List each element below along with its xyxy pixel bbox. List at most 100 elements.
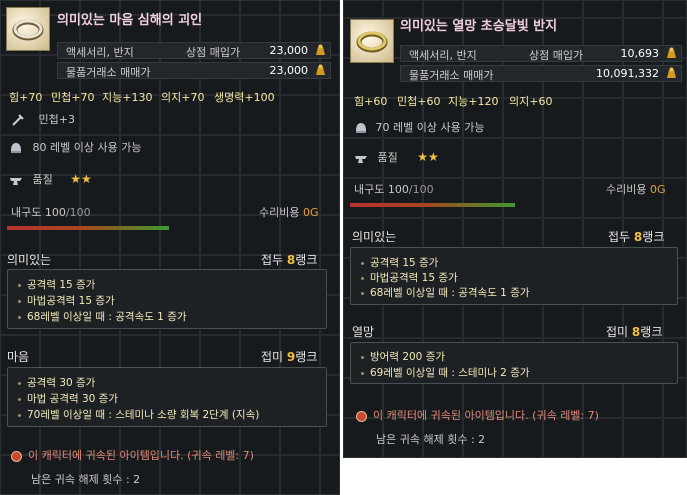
- bound-row: 이 캐릭터에 귀속된 아이템입니다. (귀속 레벨: 7): [11, 447, 254, 463]
- helmet-icon: [11, 143, 21, 153]
- ring-item-icon: [6, 7, 50, 51]
- effect-line: 공격력 30 증가: [18, 375, 95, 390]
- effect-line: 마법공격력 15 증가: [18, 293, 115, 308]
- item-category: 액세서리, 반지: [409, 49, 477, 62]
- prefix-rank-suffix: 랭크: [295, 253, 318, 267]
- suffix-rank-suffix: 랭크: [640, 325, 663, 339]
- repair-row: 수리비용 0G: [606, 181, 666, 197]
- trade-price-label: 물품거래소 매매가: [66, 66, 151, 79]
- quality-stars: ★★: [417, 150, 439, 164]
- prefix-rank: 접두 8랭크: [261, 251, 317, 268]
- level-req-text: 70 레벨 이상 사용 가능: [375, 121, 485, 134]
- quality-row: 품질 ★★: [9, 171, 92, 187]
- effect-line: 공격력 15 증가: [18, 277, 95, 292]
- unbind-count: 남은 귀속 해제 횟수 : 2: [31, 473, 141, 486]
- trade-price-row: 물품거래소 매매가 10,091,332: [400, 65, 682, 82]
- level-req-row: 80 레벨 이상 사용 가능: [9, 139, 141, 155]
- durability-max: /100: [408, 183, 434, 196]
- bound-text: 이 캐릭터에 귀속된 아이템입니다. (귀속 레벨: 7): [373, 409, 599, 422]
- level-req-row: 70 레벨 이상 사용 가능: [354, 119, 484, 135]
- quality-label: 품질: [32, 173, 53, 186]
- suffix-effect-box: 방어력 200 증가 69레벨 이상일 때 : 스테미나 2 증가: [350, 342, 678, 384]
- bound-text: 이 캐릭터에 귀속된 아이템입니다. (귀속 레벨: 7): [28, 449, 254, 462]
- item-tooltip-right: 의미있는 열망 초승달빛 반지 액세서리, 반지 상점 매입가 10,693 물…: [343, 0, 687, 458]
- suffix-effect-box: 공격력 30 증가 마법 공격력 30 증가 70레벨 이상일 때 : 스테미나…: [7, 367, 327, 427]
- effect-line: 68레벨 이상일 때 : 공격속도 1 증가: [361, 285, 530, 300]
- durability-row: 내구도 100/100: [354, 181, 434, 197]
- durability-label: 내구도: [354, 183, 385, 196]
- sword-icon: [12, 114, 24, 126]
- stat-int: 지능+120: [448, 95, 499, 108]
- anvil-icon: [10, 178, 22, 185]
- helmet-icon: [356, 123, 366, 133]
- bound-row: 이 캐릭터에 귀속된 아이템입니다. (귀속 레벨: 7): [356, 407, 599, 423]
- level-req-text: 80 레벨 이상 사용 가능: [32, 141, 142, 154]
- bonus-row: 민첩+3: [11, 111, 75, 127]
- effect-line: 68레벨 이상일 때 : 공격속도 1 증가: [18, 309, 187, 324]
- item-category: 액세서리, 반지: [66, 46, 134, 59]
- durability-value: 100: [44, 206, 66, 219]
- prefix-rank-label: 접두: [261, 253, 284, 267]
- repair-label: 수리비용: [259, 206, 300, 219]
- repair-row: 수리비용 0G: [259, 204, 319, 220]
- shop-price-value: 10,693: [620, 47, 660, 60]
- prefix-effect-box: 공격력 15 증가 마법공격력 15 증가 68레벨 이상일 때 : 공격속도 …: [350, 247, 678, 305]
- stat-str: 힘+70: [9, 91, 43, 104]
- repair-value: 0G: [302, 206, 319, 219]
- ring-item-icon: [350, 19, 394, 63]
- prefix-rank-suffix: 랭크: [642, 230, 665, 244]
- effect-line: 마법 공격력 30 증가: [18, 391, 118, 406]
- prefix-effect-box: 공격력 15 증가 마법공격력 15 증가 68레벨 이상일 때 : 공격속도 …: [7, 269, 327, 329]
- item-title: 의미있는 열망 초승달빛 반지: [400, 19, 558, 34]
- stat-int: 지능+130: [102, 91, 153, 104]
- shop-price-value: 23,000: [269, 44, 309, 57]
- durability-value: 100: [387, 183, 409, 196]
- item-tooltip-left: 의미있는 마음 심해의 괴인 액세서리, 반지 상점 매입가 23,000 물품…: [0, 0, 340, 495]
- bound-lock-icon: [356, 410, 367, 422]
- effect-line: 공격력 15 증가: [361, 255, 438, 270]
- stat-will: 의지+60: [509, 95, 553, 108]
- shop-price-row: 액세서리, 반지 상점 매입가 10,693: [400, 45, 682, 62]
- repair-value: 0G: [649, 183, 666, 196]
- prefix-name: 의미있는: [352, 230, 397, 244]
- stat-will: 의지+70: [161, 91, 205, 104]
- gold-bag-icon: [667, 47, 676, 58]
- gold-bag-icon: [667, 67, 676, 78]
- effect-line: 방어력 200 증가: [361, 349, 445, 364]
- quality-stars: ★★: [70, 172, 92, 186]
- trade-price-label: 물품거래소 매매가: [409, 69, 494, 82]
- shop-price-label: 상점 매입가: [186, 46, 241, 59]
- bonus-text: 민첩+3: [38, 113, 75, 126]
- suffix-rank: 접미 8랭크: [606, 323, 662, 340]
- durability-label: 내구도: [11, 206, 42, 219]
- gold-bag-icon: [316, 44, 325, 55]
- durability-max: /100: [65, 206, 91, 219]
- suffix-rank-suffix: 랭크: [295, 350, 318, 364]
- effect-line: 마법공격력 15 증가: [361, 270, 458, 285]
- durability-bar: [350, 203, 515, 207]
- trade-price-row: 물품거래소 매매가 23,000: [57, 62, 331, 79]
- unbind-count: 남은 귀속 해제 횟수 : 2: [376, 433, 486, 446]
- gold-bag-icon: [316, 64, 325, 75]
- prefix-rank-label: 접두: [608, 230, 631, 244]
- effect-line: 69레벨 이상일 때 : 스테미나 2 증가: [361, 365, 530, 380]
- suffix-name: 마음: [7, 350, 30, 364]
- stat-str: 힘+60: [354, 95, 388, 108]
- stat-dex: 민첩+70: [51, 91, 95, 104]
- shop-price-row: 액세서리, 반지 상점 매입가 23,000: [57, 42, 331, 59]
- suffix-name: 열망: [352, 325, 375, 339]
- anvil-icon: [355, 156, 367, 163]
- suffix-rank-label: 접미: [261, 350, 284, 364]
- durability-bar: [7, 226, 169, 230]
- trade-price-value: 23,000: [269, 64, 309, 77]
- durability-row: 내구도 100/100: [11, 204, 91, 220]
- effect-line: 70레벨 이상일 때 : 스테미나 소량 회복 2단계 (지속): [18, 407, 259, 422]
- prefix-rank: 접두 8랭크: [608, 228, 664, 245]
- suffix-rank: 접미 9랭크: [261, 348, 317, 365]
- suffix-rank-label: 접미: [606, 325, 629, 339]
- item-title: 의미있는 마음 심해의 괴인: [57, 13, 203, 28]
- repair-label: 수리비용: [606, 183, 647, 196]
- stat-dex: 민첩+60: [397, 95, 441, 108]
- shop-price-label: 상점 매입가: [529, 49, 584, 62]
- quality-row: 품질 ★★: [354, 149, 439, 165]
